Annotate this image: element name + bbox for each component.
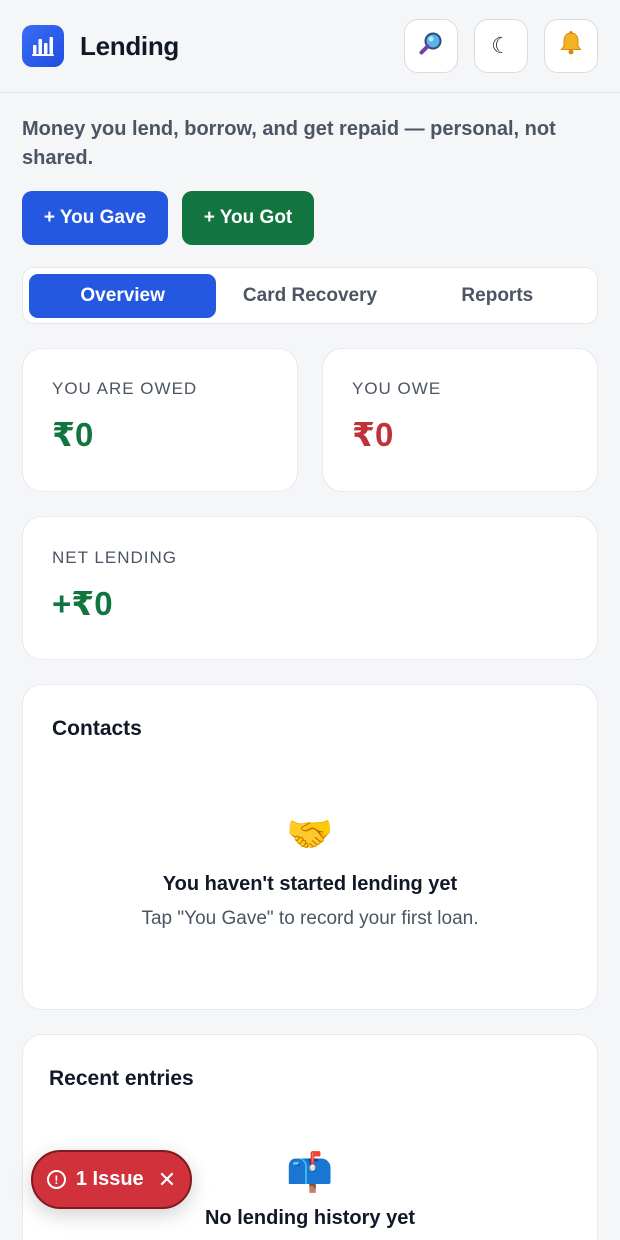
page-subtitle: Money you lend, borrow, and get repaid —…: [22, 118, 556, 169]
recent-entries-card: Recent entries 📫 No lending history yet: [22, 1034, 598, 1240]
you-are-owed-card: YOU ARE OWED ₹0: [22, 348, 298, 492]
tab-bar: Overview Card Recovery Reports: [22, 267, 598, 324]
issue-label: 1 Issue: [75, 1168, 144, 1190]
bell-icon: [558, 30, 584, 62]
you-are-owed-value: ₹0: [52, 416, 94, 453]
contacts-empty-title: You haven't started lending yet: [162, 873, 458, 895]
notifications-button[interactable]: [544, 19, 598, 73]
recent-entries-title: Recent entries: [49, 1067, 194, 1090]
contacts-title: Contacts: [52, 717, 142, 740]
search-icon: [418, 30, 444, 62]
net-lending-label: NET LENDING: [52, 548, 177, 567]
you-owe-label: YOU OWE: [352, 379, 442, 398]
close-icon[interactable]: ✕: [158, 1167, 176, 1193]
issue-badge[interactable]: ! 1 Issue ✕: [31, 1150, 192, 1209]
alert-circle-icon: !: [46, 1170, 66, 1189]
primary-actions: + You Gave + You Got: [0, 173, 620, 245]
app-header: Lending ☾: [0, 0, 620, 93]
you-gave-button[interactable]: + You Gave: [22, 191, 168, 245]
you-owe-card: YOU OWE ₹0: [322, 348, 598, 492]
contacts-empty-state: 🤝 You haven't started lending yet Tap "Y…: [52, 815, 568, 930]
balance-stats: YOU ARE OWED ₹0 YOU OWE ₹0: [0, 324, 620, 492]
moon-icon: ☾: [491, 33, 511, 58]
contacts-card: Contacts 🤝 You haven't started lending y…: [22, 684, 598, 1010]
you-are-owed-label: YOU ARE OWED: [52, 379, 198, 398]
lending-page: Lending ☾ Money you lend, borrow, and ge…: [0, 0, 620, 1240]
app-title: Lending: [80, 30, 179, 61]
net-lending-value: +₹0: [52, 585, 113, 622]
recent-empty-title: No lending history yet: [204, 1207, 416, 1229]
search-button[interactable]: [404, 19, 458, 73]
header-actions: ☾: [404, 19, 598, 73]
brand: Lending: [22, 25, 179, 67]
net-lending-card: NET LENDING +₹0: [22, 516, 598, 660]
handshake-icon: 🤝: [286, 814, 334, 856]
chart-logo-icon: [22, 25, 64, 67]
tab-reports[interactable]: Reports: [404, 274, 591, 318]
contacts-empty-text: Tap "You Gave" to record your first loan…: [141, 908, 479, 929]
tab-card-recovery[interactable]: Card Recovery: [216, 274, 403, 318]
you-owe-value: ₹0: [352, 416, 394, 453]
tab-overview[interactable]: Overview: [29, 273, 217, 318]
you-got-button[interactable]: + You Got: [182, 191, 314, 245]
theme-toggle-button[interactable]: ☾: [474, 19, 528, 73]
